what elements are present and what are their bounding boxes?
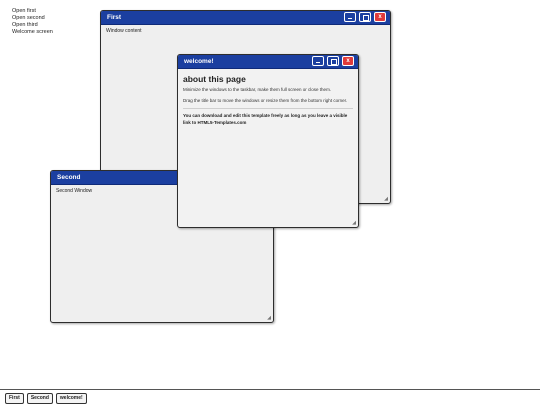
welcome-paragraph-1: Minimize the windows to the taskbar, mak… [183, 87, 332, 92]
window-first-content: Window content [106, 28, 142, 34]
window-welcome-controls [312, 56, 354, 66]
resize-grip-icon[interactable]: ◢ [384, 197, 388, 202]
close-icon[interactable] [342, 56, 354, 66]
launcher-menu: Open first Open second Open third Welcom… [12, 8, 53, 36]
window-first-titlebar[interactable]: First [101, 11, 390, 25]
window-second-title: Second [57, 174, 81, 181]
open-second-link[interactable]: Open second [12, 15, 53, 22]
welcome-paragraph-2: Drag the title bar to move the windows o… [183, 97, 348, 103]
welcome-divider [183, 108, 353, 109]
window-welcome[interactable]: welcome! about this page Minimize the wi… [177, 54, 359, 228]
taskbar-item-first[interactable]: First [5, 392, 24, 404]
minimize-icon[interactable] [312, 56, 324, 66]
window-first-title: First [107, 14, 122, 21]
window-welcome-content: about this page Minimize the windows to … [178, 69, 358, 133]
maximize-icon[interactable] [327, 56, 339, 66]
welcome-paragraph-3: You can download and edit this template … [183, 113, 348, 125]
resize-grip-icon[interactable]: ◢ [352, 221, 356, 226]
close-icon[interactable] [374, 12, 386, 22]
resize-grip-icon[interactable]: ◢ [267, 316, 271, 321]
taskbar-item-welcome[interactable]: welcome! [55, 392, 87, 404]
window-welcome-titlebar[interactable]: welcome! [178, 55, 358, 69]
welcome-screen-link[interactable]: Welcome screen [12, 29, 53, 36]
open-third-link[interactable]: Open third [12, 22, 53, 29]
window-welcome-title: welcome! [184, 58, 214, 65]
welcome-heading: about this page [183, 74, 246, 84]
minimize-icon[interactable] [344, 12, 356, 22]
taskbar: First Second welcome! [0, 389, 540, 406]
window-first-controls [344, 12, 386, 22]
open-first-link[interactable]: Open first [12, 8, 53, 15]
taskbar-item-second[interactable]: Second [26, 392, 53, 404]
maximize-icon[interactable] [359, 12, 371, 22]
